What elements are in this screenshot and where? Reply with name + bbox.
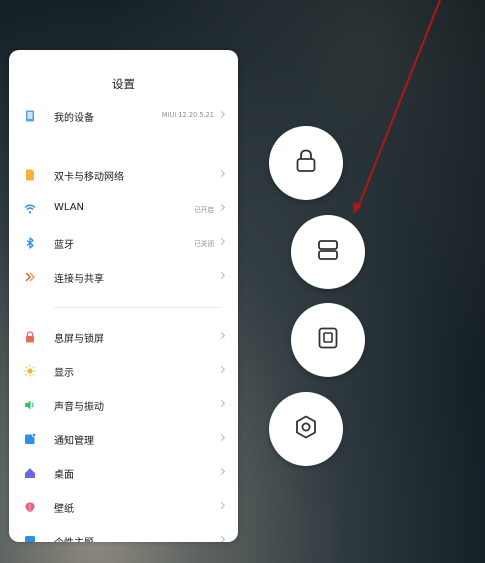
red-arrow-icon bbox=[353, 0, 441, 214]
